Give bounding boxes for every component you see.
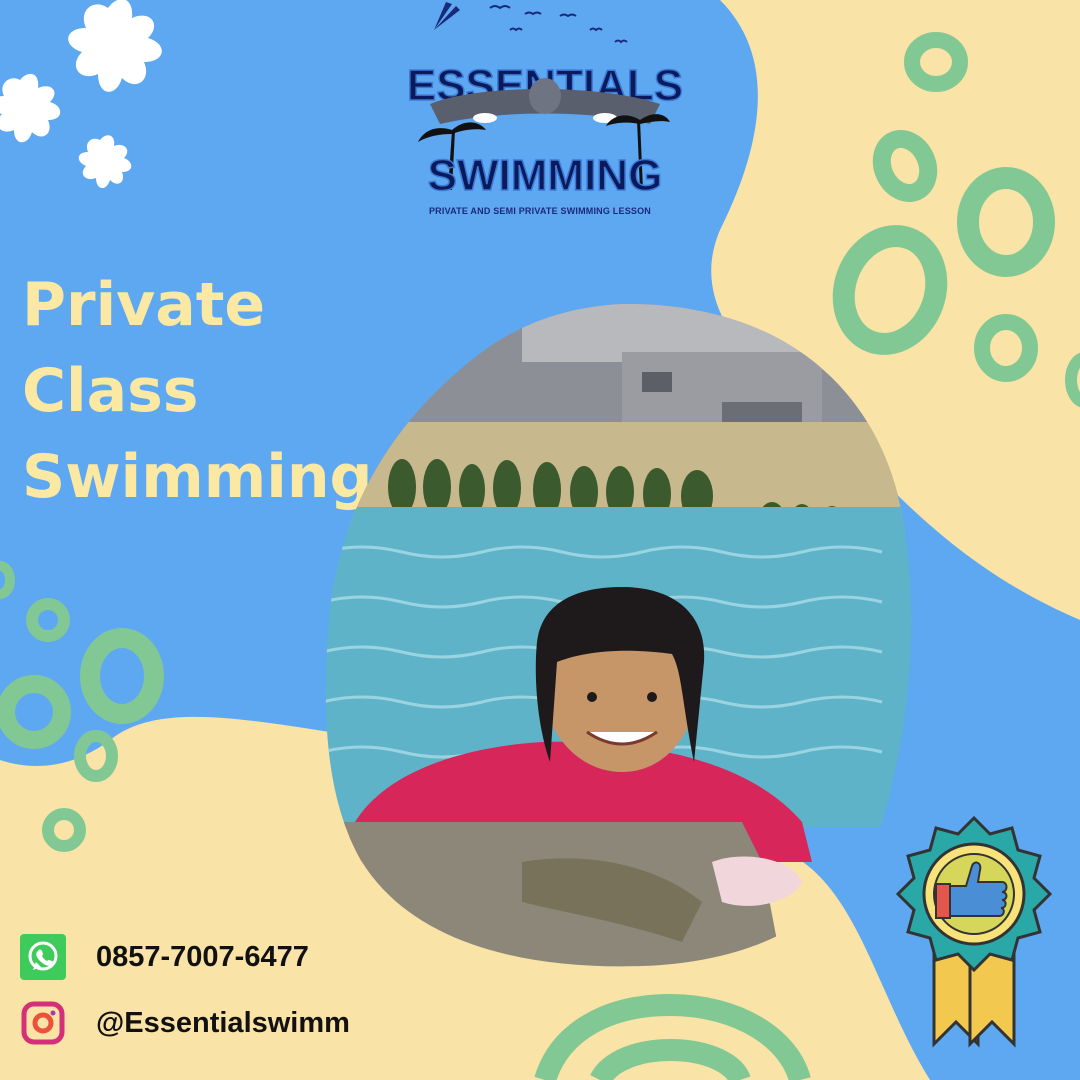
birds-icon: [489, 5, 628, 44]
headline-line-2: Class: [22, 356, 199, 426]
green-arcs-bottom: [534, 993, 811, 1080]
headline-line-1: Private: [22, 270, 266, 340]
shell-icon: [434, 2, 460, 30]
contact-instagram: @Essentialswimm: [20, 1000, 350, 1046]
contact-phone: 0857-7007-6477: [20, 934, 309, 980]
phone-number: 0857-7007-6477: [96, 940, 309, 973]
poster: ESSENTIALS SWIMMING PRIVATE AND SEMI PRI…: [0, 0, 1080, 1080]
essentials-swimming-logo: ESSENTIALS SWIMMING: [406, 2, 684, 201]
whatsapp-icon: [20, 934, 66, 980]
headline: Private Class Swimming: [22, 262, 372, 520]
headline-line-3: Swimming: [22, 442, 373, 512]
instagram-handle: @Essentialswimm: [96, 1006, 350, 1039]
instagram-icon: [21, 1001, 65, 1045]
logo-word-bottom: SWIMMING: [428, 151, 663, 200]
swimmer-photo: [325, 303, 912, 967]
thumbs-up-badge-icon: [895, 815, 1053, 1048]
logo-tagline: PRIVATE AND SEMI PRIVATE SWIMMING LESSON: [428, 206, 651, 216]
